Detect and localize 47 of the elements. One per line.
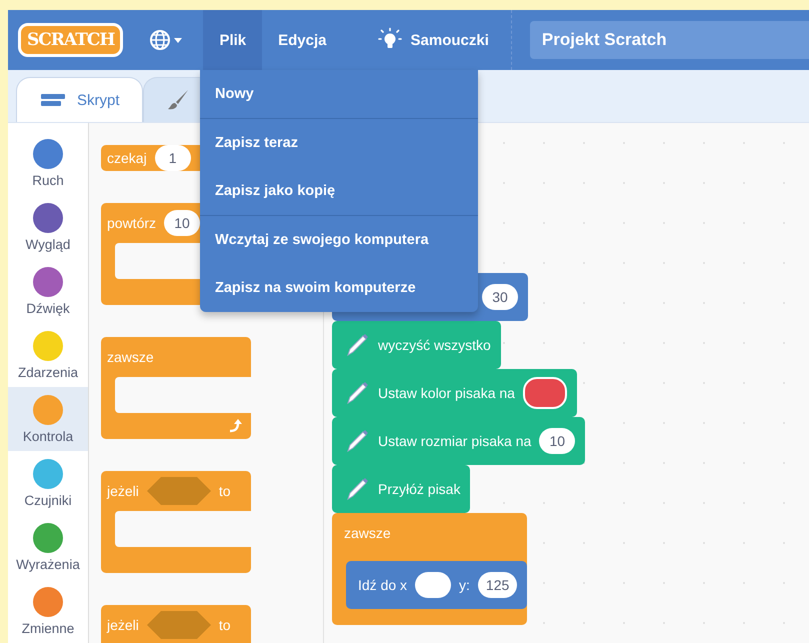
- menu-item[interactable]: Edycja: [262, 10, 343, 70]
- forever-block[interactable]: zawsze Idź do x y: 125: [332, 513, 528, 625]
- category-item[interactable]: Kontrola: [8, 387, 88, 451]
- menu-option[interactable]: Zapisz teraz: [200, 118, 478, 167]
- block-label: to: [218, 617, 231, 633]
- category-item[interactable]: Zdarzenia: [8, 323, 88, 387]
- number-input[interactable]: 1: [154, 145, 191, 171]
- pen-icon: [344, 476, 370, 502]
- pen-icon: [344, 380, 370, 406]
- category-item[interactable]: Dźwięk: [8, 259, 88, 323]
- block-label: zawsze: [107, 349, 154, 365]
- block-label: czekaj: [107, 150, 147, 166]
- category-item[interactable]: Ruch: [8, 131, 88, 195]
- block-label: Przyłóż pisak: [378, 481, 460, 497]
- number-input[interactable]: 10: [164, 210, 200, 236]
- block-label: powtórz: [107, 215, 156, 231]
- menu-item[interactable]: Plik: [203, 10, 262, 70]
- menu-option[interactable]: Wczytaj ze swojego komputera: [200, 215, 478, 264]
- block-label: jeżeli: [107, 483, 139, 499]
- pen-block[interactable]: Ustaw rozmiar pisaka na 10: [332, 417, 586, 465]
- motion-block[interactable]: Idź do x y: 125: [346, 561, 528, 609]
- category-item[interactable]: Wygląd: [8, 195, 88, 259]
- number-input[interactable]: 30: [482, 284, 518, 310]
- block-label: Idź do x: [358, 577, 408, 593]
- hexagon-slot-icon: [146, 477, 211, 505]
- block-label: wyczyść wszystko: [378, 337, 491, 353]
- block-label: y:: [459, 577, 470, 593]
- color-swatch[interactable]: [522, 377, 567, 409]
- category-item[interactable]: Zmienne: [8, 579, 88, 643]
- loop-arrow-icon: [227, 418, 243, 434]
- block-label: Ustaw rozmiar pisaka na: [378, 433, 532, 449]
- hexagon-slot-icon: [146, 611, 211, 639]
- category-item[interactable]: Czujniki: [8, 451, 88, 515]
- number-input[interactable]: [415, 572, 452, 598]
- number-input[interactable]: 125: [478, 572, 518, 598]
- globe-icon: [149, 29, 184, 51]
- menu-option[interactable]: Nowy: [200, 70, 478, 118]
- block-label: jeżeli: [107, 617, 139, 633]
- pen-icon: [344, 332, 370, 358]
- block-label: zawsze: [344, 525, 391, 541]
- block-label: Ustaw kolor pisaka na: [378, 385, 515, 401]
- category-item[interactable]: Wyrażenia: [8, 515, 88, 579]
- pen-icon: [344, 428, 370, 454]
- number-input[interactable]: 10: [539, 428, 576, 454]
- block-label: to: [218, 483, 231, 499]
- project-title-field[interactable]: Projekt Scratch: [530, 21, 809, 59]
- editor-tab[interactable]: Skrypt: [16, 77, 143, 122]
